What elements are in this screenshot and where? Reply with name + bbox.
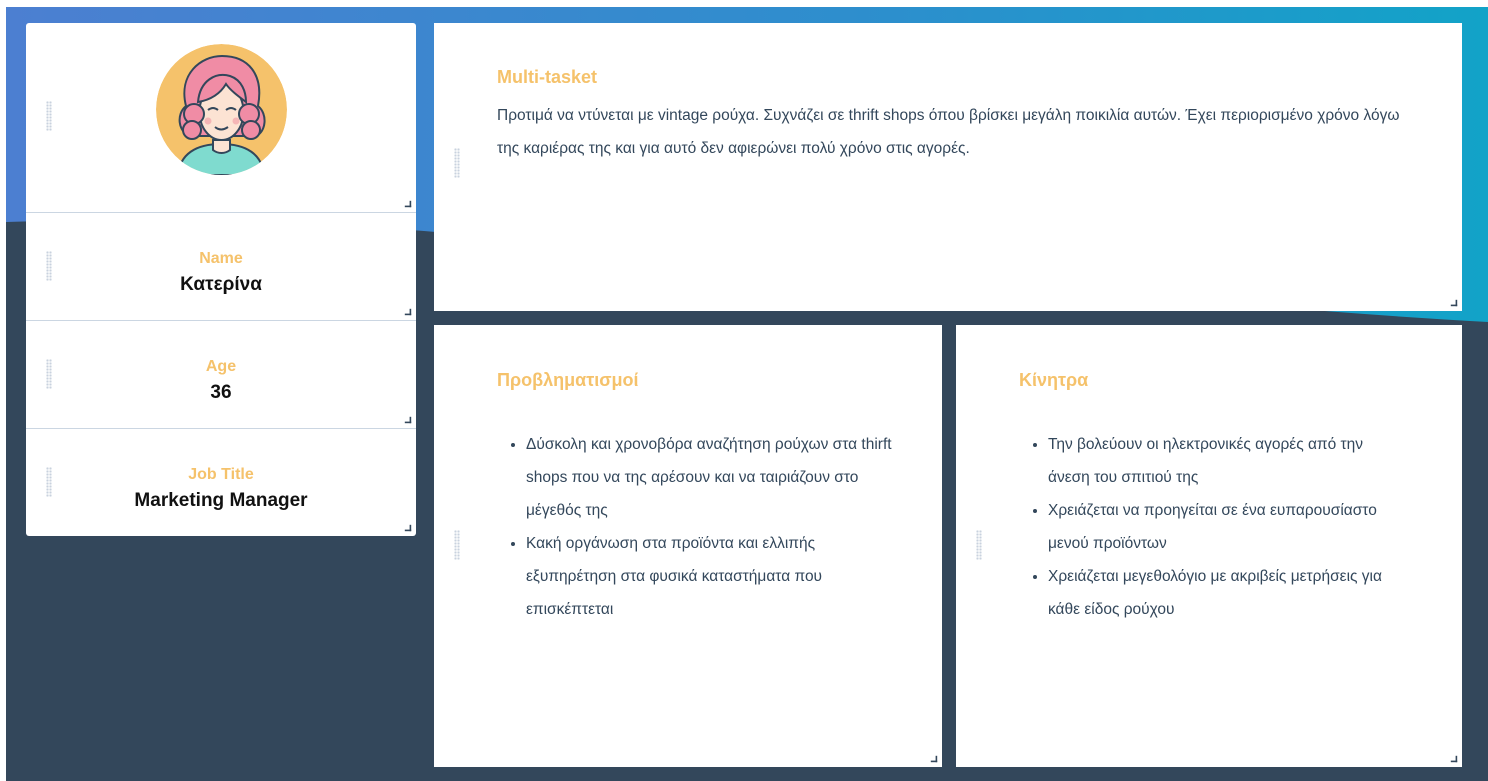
motivations-list-wrap: Την βολεύουν οι ηλεκτρονικές αγορές από … — [1026, 428, 1401, 626]
drag-handle-icon[interactable] — [454, 148, 460, 178]
concerns-list: Δύσκολη και χρονοβόρα αναζήτηση ρούχων σ… — [504, 428, 904, 626]
multitask-text: Προτιμά να ντύνεται με vintage ρούχα. Συ… — [497, 107, 1400, 157]
name-field: Name Κατερίνα — [26, 212, 416, 320]
drag-handle-icon[interactable] — [46, 101, 52, 131]
age-label: Age — [205, 358, 237, 375]
motivations-card: Κίνητρα Την βολεύουν οι ηλεκτρονικές αγο… — [956, 325, 1462, 767]
motivations-title: Κίνητρα — [1019, 370, 1089, 390]
job-title-field: Job Title Marketing Manager — [26, 428, 416, 536]
resize-handle-icon[interactable] — [404, 200, 412, 208]
concerns-title: Προβληματισμοί — [497, 370, 639, 390]
list-item: Κακή οργάνωση στα προϊόντα και ελλιπής ε… — [526, 527, 904, 626]
name-value: Κατερίνα — [180, 274, 262, 295]
age-field: Age 36 — [26, 320, 416, 428]
concerns-list-wrap: Δύσκολη και χρονοβόρα αναζήτηση ρούχων σ… — [504, 428, 904, 626]
age-value: 36 — [210, 382, 232, 403]
multitask-card: Multi-tasket Προτιμά να ντύνεται με vint… — [434, 23, 1462, 311]
persona-canvas: Name Κατερίνα Age 36 Job Title Marketing… — [6, 7, 1488, 781]
job-title-value: Marketing Manager — [134, 490, 308, 511]
drag-handle-icon[interactable] — [976, 530, 982, 560]
multitask-title: Multi-tasket — [497, 67, 598, 87]
resize-handle-icon[interactable] — [930, 755, 938, 763]
list-item: Την βολεύουν οι ηλεκτρονικές αγορές από … — [1048, 428, 1401, 494]
list-item: Χρειάζεται μεγεθολόγιο με ακριβείς μετρή… — [1048, 560, 1401, 626]
resize-handle-icon[interactable] — [404, 308, 412, 316]
woman-avatar-icon — [156, 44, 287, 175]
list-item: Χρειάζεται να προηγείται σε ένα ευπαρουσ… — [1048, 494, 1401, 560]
job-title-label: Job Title — [188, 466, 254, 483]
resize-handle-icon[interactable] — [1450, 755, 1458, 763]
list-item: Δύσκολη και χρονοβόρα αναζήτηση ρούχων σ… — [526, 428, 904, 527]
name-label: Name — [199, 250, 243, 267]
concerns-card: Προβληματισμοί Δύσκολη και χρονοβόρα ανα… — [434, 325, 942, 767]
profile-card: Name Κατερίνα Age 36 Job Title Marketing… — [26, 23, 416, 536]
resize-handle-icon[interactable] — [1450, 299, 1458, 307]
drag-handle-icon[interactable] — [454, 530, 460, 560]
motivations-list: Την βολεύουν οι ηλεκτρονικές αγορές από … — [1026, 428, 1401, 626]
resize-handle-icon[interactable] — [404, 416, 412, 424]
resize-handle-icon[interactable] — [404, 524, 412, 532]
avatar-block — [26, 23, 416, 212]
